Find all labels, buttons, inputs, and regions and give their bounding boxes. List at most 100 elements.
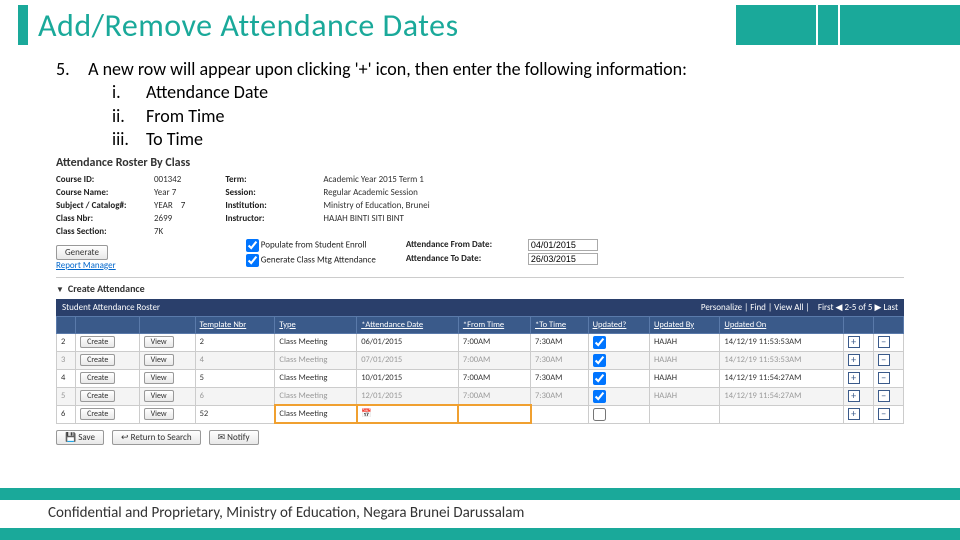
view-button[interactable]: View xyxy=(144,354,174,366)
substep-num: i. xyxy=(112,81,146,104)
updated-on: 14/12/19 11:53:53AM xyxy=(720,351,843,369)
updated-checkbox[interactable] xyxy=(588,405,649,423)
form-label: Subject / Catalog#: xyxy=(56,200,154,211)
attendance-date-cell[interactable]: 12/01/2015 xyxy=(357,387,459,405)
remove-row-icon[interactable]: − xyxy=(878,390,890,402)
create-button[interactable]: Create xyxy=(80,336,115,348)
column-header[interactable] xyxy=(76,316,140,333)
view-button[interactable]: View xyxy=(144,336,174,348)
column-header[interactable]: Updated By xyxy=(649,316,719,333)
remove-row-icon[interactable]: − xyxy=(878,336,890,348)
save-button[interactable]: 💾 Save xyxy=(56,430,104,445)
row-num: 5 xyxy=(57,387,76,405)
attendance-date-cell[interactable]: 06/01/2015 xyxy=(357,333,459,351)
column-header[interactable] xyxy=(57,316,76,333)
attendance-date-cell[interactable]: 10/01/2015 xyxy=(357,369,459,387)
substep-text: To Time xyxy=(146,128,203,150)
to-date-label: Attendance To Date: xyxy=(406,253,528,265)
attendance-date-cell[interactable]: 📅 xyxy=(357,405,459,423)
from-time-cell[interactable]: 7:00AM xyxy=(458,387,530,405)
form-value: YEAR xyxy=(154,200,173,211)
create-button[interactable]: Create xyxy=(80,354,115,366)
add-row-icon[interactable]: + xyxy=(848,354,860,366)
form-label: Institution: xyxy=(225,200,323,211)
create-button[interactable]: Create xyxy=(80,408,115,420)
substep-text: Attendance Date xyxy=(146,81,268,103)
template-nbr: 52 xyxy=(195,405,275,423)
updated-checkbox[interactable] xyxy=(588,351,649,369)
from-time-cell[interactable]: 7:00AM xyxy=(458,333,530,351)
screenshot-heading: Attendance Roster By Class xyxy=(56,156,904,170)
row-num: 2 xyxy=(57,333,76,351)
template-nbr: 4 xyxy=(195,351,275,369)
form-label: Course ID: xyxy=(56,174,154,185)
view-button[interactable]: View xyxy=(144,390,174,402)
add-row-icon[interactable]: + xyxy=(848,408,860,420)
column-header[interactable]: *Attendance Date xyxy=(357,316,459,333)
title-bar: Add/Remove Attendance Dates xyxy=(0,0,960,50)
attendance-date-cell[interactable]: 07/01/2015 xyxy=(357,351,459,369)
generate-mtg-checkbox[interactable]: Generate Class Mtg Attendance xyxy=(246,254,376,267)
notify-button[interactable]: ✉ Notify xyxy=(209,430,259,445)
column-header[interactable]: Updated? xyxy=(588,316,649,333)
from-time-cell[interactable] xyxy=(458,405,530,423)
report-manager-link[interactable]: Report Manager xyxy=(56,260,116,271)
type-cell: Class Meeting xyxy=(275,351,357,369)
column-header[interactable]: Template Nbr xyxy=(195,316,275,333)
from-date-input[interactable] xyxy=(528,239,598,251)
column-header[interactable]: *From Time xyxy=(458,316,530,333)
page-title: Add/Remove Attendance Dates xyxy=(38,6,459,45)
remove-row-icon[interactable]: − xyxy=(878,354,890,366)
create-attendance-toggle[interactable]: ▼Create Attendance xyxy=(56,282,904,295)
column-header[interactable]: Type xyxy=(275,316,357,333)
updated-checkbox[interactable] xyxy=(588,387,649,405)
add-row-icon[interactable]: + xyxy=(848,336,860,348)
type-cell: Class Meeting xyxy=(275,333,357,351)
updated-checkbox[interactable] xyxy=(588,333,649,351)
form-value: Ministry of Education, Brunei xyxy=(323,200,429,211)
remove-row-icon[interactable]: − xyxy=(878,408,890,420)
updated-on: 14/12/19 11:54:27AM xyxy=(720,387,843,405)
roster-links[interactable]: Personalize | Find | View All | xyxy=(701,302,810,313)
form-value: Academic Year 2015 Term 1 xyxy=(323,174,424,185)
updated-checkbox[interactable] xyxy=(588,369,649,387)
remove-row-icon[interactable]: − xyxy=(878,372,890,384)
to-date-input[interactable] xyxy=(528,253,598,265)
return-button[interactable]: ↩ Return to Search xyxy=(112,430,201,445)
form-label: Instructor: xyxy=(225,213,323,224)
step-number: 5. xyxy=(56,58,84,81)
create-button[interactable]: Create xyxy=(80,372,115,384)
to-time-cell[interactable]: 7:30AM xyxy=(531,387,589,405)
form-value: 001342 xyxy=(154,174,181,185)
form-label: Class Section: xyxy=(56,226,154,237)
calendar-icon[interactable]: 📅 xyxy=(361,409,372,419)
populate-checkbox[interactable]: Populate from Student Enroll xyxy=(246,239,376,252)
add-row-icon[interactable]: + xyxy=(848,390,860,402)
collapse-icon: ▼ xyxy=(56,285,64,295)
add-row-icon[interactable]: + xyxy=(848,372,860,384)
create-button[interactable]: Create xyxy=(80,390,115,402)
generate-button[interactable]: Generate xyxy=(56,245,108,260)
to-time-cell[interactable]: 7:30AM xyxy=(531,369,589,387)
column-header[interactable]: *To Time xyxy=(531,316,589,333)
type-cell: Class Meeting xyxy=(275,369,357,387)
embedded-screenshot: Attendance Roster By Class Course ID:001… xyxy=(56,156,904,445)
row-num: 4 xyxy=(57,369,76,387)
column-header[interactable] xyxy=(843,316,873,333)
footer-text: Confidential and Proprietary, Ministry o… xyxy=(0,500,960,528)
to-time-cell[interactable] xyxy=(531,405,589,423)
view-button[interactable]: View xyxy=(144,408,174,420)
view-button[interactable]: View xyxy=(144,372,174,384)
roster-nav[interactable]: First ◀ 2-5 of 5 ▶ Last xyxy=(818,302,898,313)
column-header[interactable]: Updated On xyxy=(720,316,843,333)
from-time-cell[interactable]: 7:00AM xyxy=(458,369,530,387)
form-value: Regular Academic Session xyxy=(323,187,417,198)
column-header[interactable] xyxy=(139,316,195,333)
from-time-cell[interactable]: 7:00AM xyxy=(458,351,530,369)
column-header[interactable] xyxy=(873,316,903,333)
updated-by: HAJAH xyxy=(649,387,719,405)
template-nbr: 5 xyxy=(195,369,275,387)
instruction-block: 5. A new row will appear upon clicking '… xyxy=(0,50,960,152)
to-time-cell[interactable]: 7:30AM xyxy=(531,333,589,351)
to-time-cell[interactable]: 7:30AM xyxy=(531,351,589,369)
